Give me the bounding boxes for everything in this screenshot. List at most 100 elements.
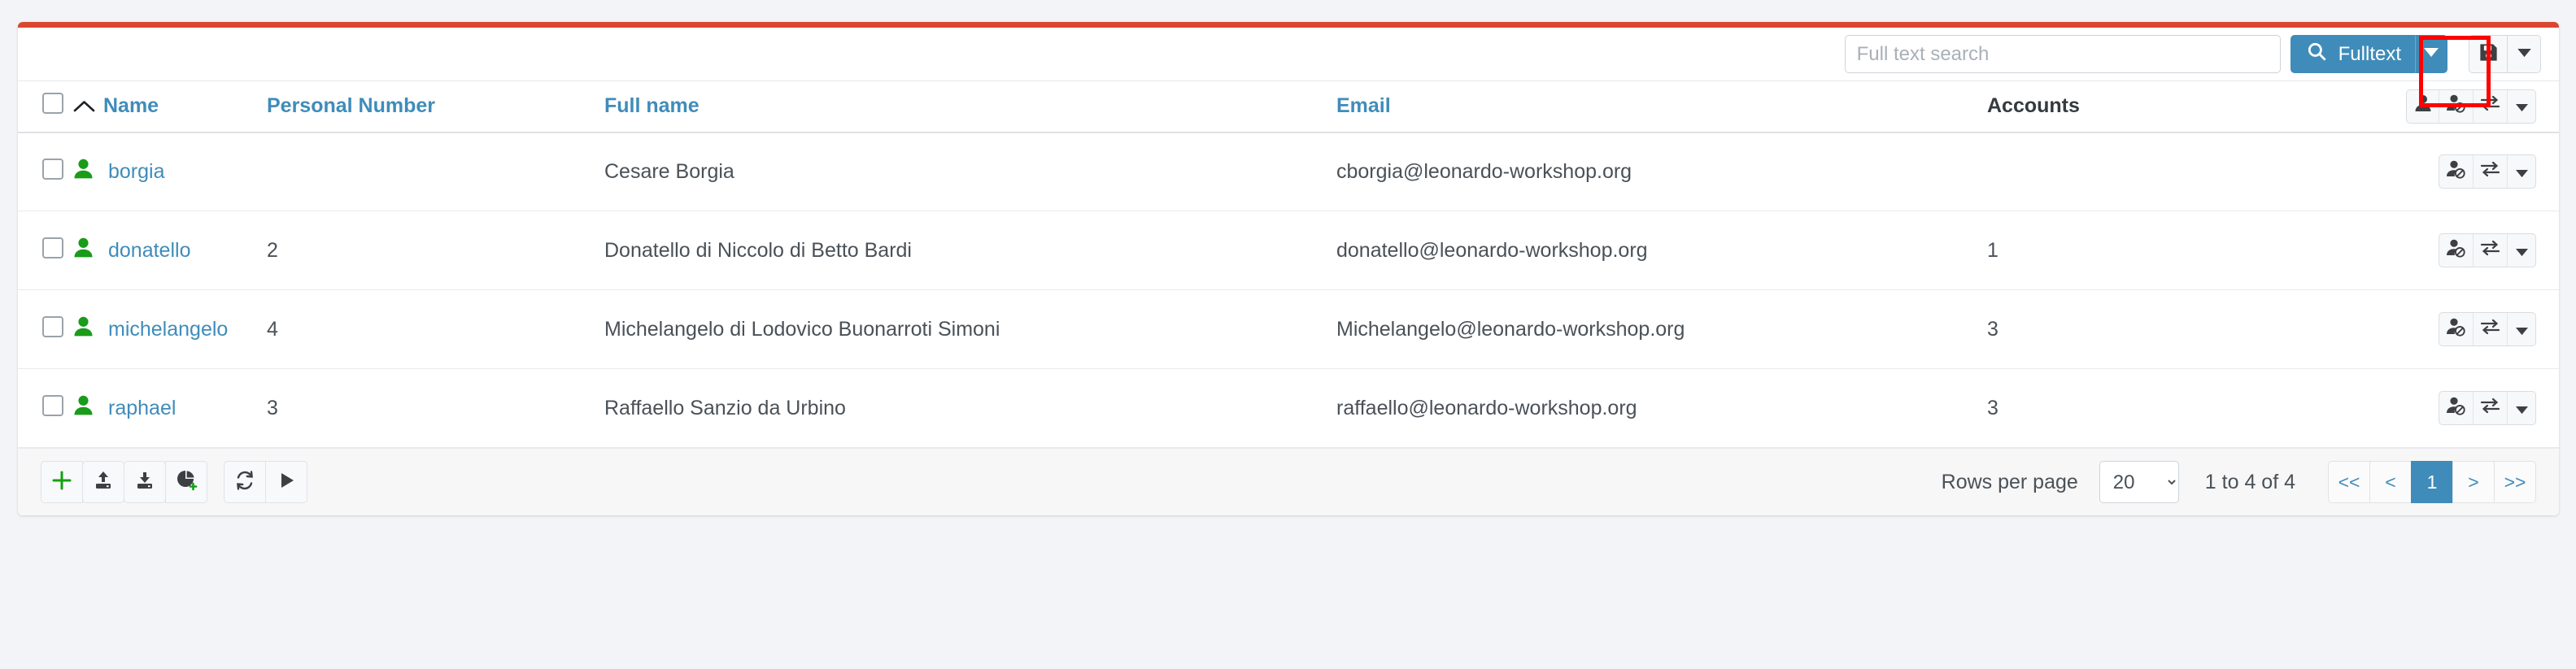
- save-button-group: [2469, 35, 2541, 73]
- table-row: borgia Cesare Borgia cborgia@leonardo-work…: [18, 132, 2559, 211]
- row-disable-user-button[interactable]: [2439, 313, 2474, 345]
- save-dropdown-toggle[interactable]: [2508, 36, 2540, 72]
- row-email: donatello@leonardo-workshop.org: [1336, 211, 1987, 290]
- search-input[interactable]: [1844, 35, 2281, 73]
- user-link[interactable]: borgia: [108, 160, 165, 184]
- row-transfer-button[interactable]: [2474, 155, 2508, 189]
- user-enabled-icon: [73, 158, 94, 185]
- row-checkbox[interactable]: [42, 394, 63, 416]
- save-view-button[interactable]: [2469, 36, 2508, 72]
- refresh-icon: [234, 470, 255, 495]
- row-select-cell: [18, 132, 73, 211]
- exchange-icon: [2480, 239, 2500, 263]
- row-transfer-button[interactable]: [2474, 313, 2508, 345]
- table-footer: Rows per page 20 1 to 4 of 4 << <1 > >>: [18, 448, 2559, 515]
- caret-down-icon: [2424, 47, 2439, 62]
- select-all-checkbox[interactable]: [42, 93, 63, 115]
- pager: << <1 > >>: [2328, 461, 2536, 503]
- result-range-label: 1 to 4 of 4: [2204, 470, 2295, 493]
- rows-per-page-label: Rows per page: [1941, 470, 2078, 493]
- previous-page[interactable]: <: [2369, 461, 2412, 503]
- user-link[interactable]: donatello: [108, 239, 190, 263]
- export-button[interactable]: [124, 461, 166, 503]
- fulltext-dropdown-toggle[interactable]: [2415, 35, 2447, 73]
- user-enabled-icon: [73, 315, 94, 343]
- row-accounts: 3: [1987, 368, 2296, 448]
- row-action-group: [2439, 391, 2536, 425]
- table-body: borgia Cesare Borgia cborgia@leonardo-work…: [18, 132, 2559, 448]
- row-transfer-button[interactable]: [2474, 234, 2508, 267]
- row-actions-dropdown-toggle[interactable]: [2508, 392, 2535, 424]
- table-header-row: Name Personal Number Full name Email Acc…: [18, 80, 2559, 133]
- run-icon: [277, 471, 296, 494]
- user-list-card: Full text search Fulltext Name Personal …: [18, 22, 2559, 515]
- row-disable-user-button[interactable]: [2439, 155, 2474, 189]
- accent-bar: [18, 22, 2559, 28]
- row-actions-dropdown-toggle[interactable]: [2508, 155, 2535, 188]
- row-actions-dropdown-toggle[interactable]: [2508, 313, 2535, 345]
- row-name-cell: raphael: [73, 368, 267, 448]
- row-accounts: [1987, 132, 2296, 211]
- footer-primary-actions: [41, 461, 207, 503]
- last-page[interactable]: >>: [2494, 461, 2536, 503]
- user-disable-icon: [2446, 396, 2466, 421]
- add-button[interactable]: [41, 461, 83, 503]
- column-header-email[interactable]: Email: [1336, 80, 1987, 133]
- import-button[interactable]: [82, 461, 124, 503]
- chevron-up-icon: [73, 100, 95, 113]
- user-disable-icon: [2446, 317, 2466, 342]
- save-floppy-icon: [2478, 41, 2500, 67]
- row-checkbox[interactable]: [42, 158, 63, 180]
- row-disable-user-button[interactable]: [2439, 234, 2474, 267]
- column-header-personal-number[interactable]: Personal Number: [267, 80, 604, 133]
- bulk-transfer-button[interactable]: [2474, 89, 2508, 123]
- run-button[interactable]: [265, 461, 307, 503]
- plus-icon: [51, 470, 72, 495]
- row-email: cborgia@leonardo-workshop.org: [1336, 132, 1987, 211]
- row-full-name: Donatello di Niccolo di Betto Bardi: [604, 211, 1336, 290]
- row-actions-cell: [2296, 289, 2559, 369]
- caret-down-icon: [2515, 318, 2528, 341]
- users-table: Name Personal Number Full name Email Acc…: [18, 80, 2559, 448]
- caret-down-icon: [2515, 160, 2528, 184]
- exchange-icon: [2480, 160, 2500, 184]
- row-full-name: Cesare Borgia: [604, 132, 1336, 211]
- refresh-button[interactable]: [224, 461, 266, 503]
- bulk-disable-user-button[interactable]: [2439, 89, 2474, 123]
- page-1[interactable]: 1: [2411, 461, 2453, 503]
- row-select-cell: [18, 368, 73, 448]
- download-icon: [134, 470, 155, 495]
- header-actions-dropdown-toggle[interactable]: [2508, 90, 2535, 123]
- row-personal-number: 3: [267, 368, 604, 448]
- row-name-cell: michelangelo: [73, 289, 267, 369]
- bulk-user-button[interactable]: [2407, 89, 2439, 123]
- row-checkbox[interactable]: [42, 315, 63, 337]
- exchange-icon: [2480, 94, 2500, 118]
- user-link[interactable]: raphael: [108, 397, 176, 420]
- exchange-icon: [2480, 318, 2500, 341]
- column-header-accounts: Accounts: [1987, 80, 2296, 133]
- table-row: raphael 3 Raffaello Sanzio da Urbino raffae…: [18, 368, 2559, 448]
- row-checkbox[interactable]: [42, 237, 63, 258]
- user-enabled-icon: [73, 394, 94, 422]
- row-email: raffaello@leonardo-workshop.org: [1336, 368, 1987, 448]
- user-link[interactable]: michelangelo: [108, 318, 228, 341]
- table-row: michelangelo 4 Michelangelo di Lodovico Bu…: [18, 289, 2559, 369]
- rows-per-page-select[interactable]: 20: [2099, 461, 2179, 503]
- search-icon: [2306, 41, 2327, 67]
- row-full-name: Michelangelo di Lodovico Buonarroti Simo…: [604, 289, 1336, 369]
- caret-down-icon: [2515, 397, 2528, 420]
- row-personal-number: 2: [267, 211, 604, 290]
- column-header-personal-number-label: Personal Number: [267, 94, 436, 118]
- row-action-group: [2439, 154, 2536, 189]
- column-header-full-name[interactable]: Full name: [604, 80, 1336, 133]
- next-page[interactable]: >: [2452, 461, 2495, 503]
- column-header-name[interactable]: Name: [73, 80, 267, 133]
- row-name-cell: borgia: [73, 132, 267, 211]
- row-transfer-button[interactable]: [2474, 392, 2508, 424]
- first-page[interactable]: <<: [2328, 461, 2370, 503]
- fulltext-search-button[interactable]: Fulltext: [2290, 35, 2415, 73]
- add-report-button[interactable]: [165, 461, 207, 503]
- row-actions-dropdown-toggle[interactable]: [2508, 234, 2535, 267]
- row-disable-user-button[interactable]: [2439, 392, 2474, 424]
